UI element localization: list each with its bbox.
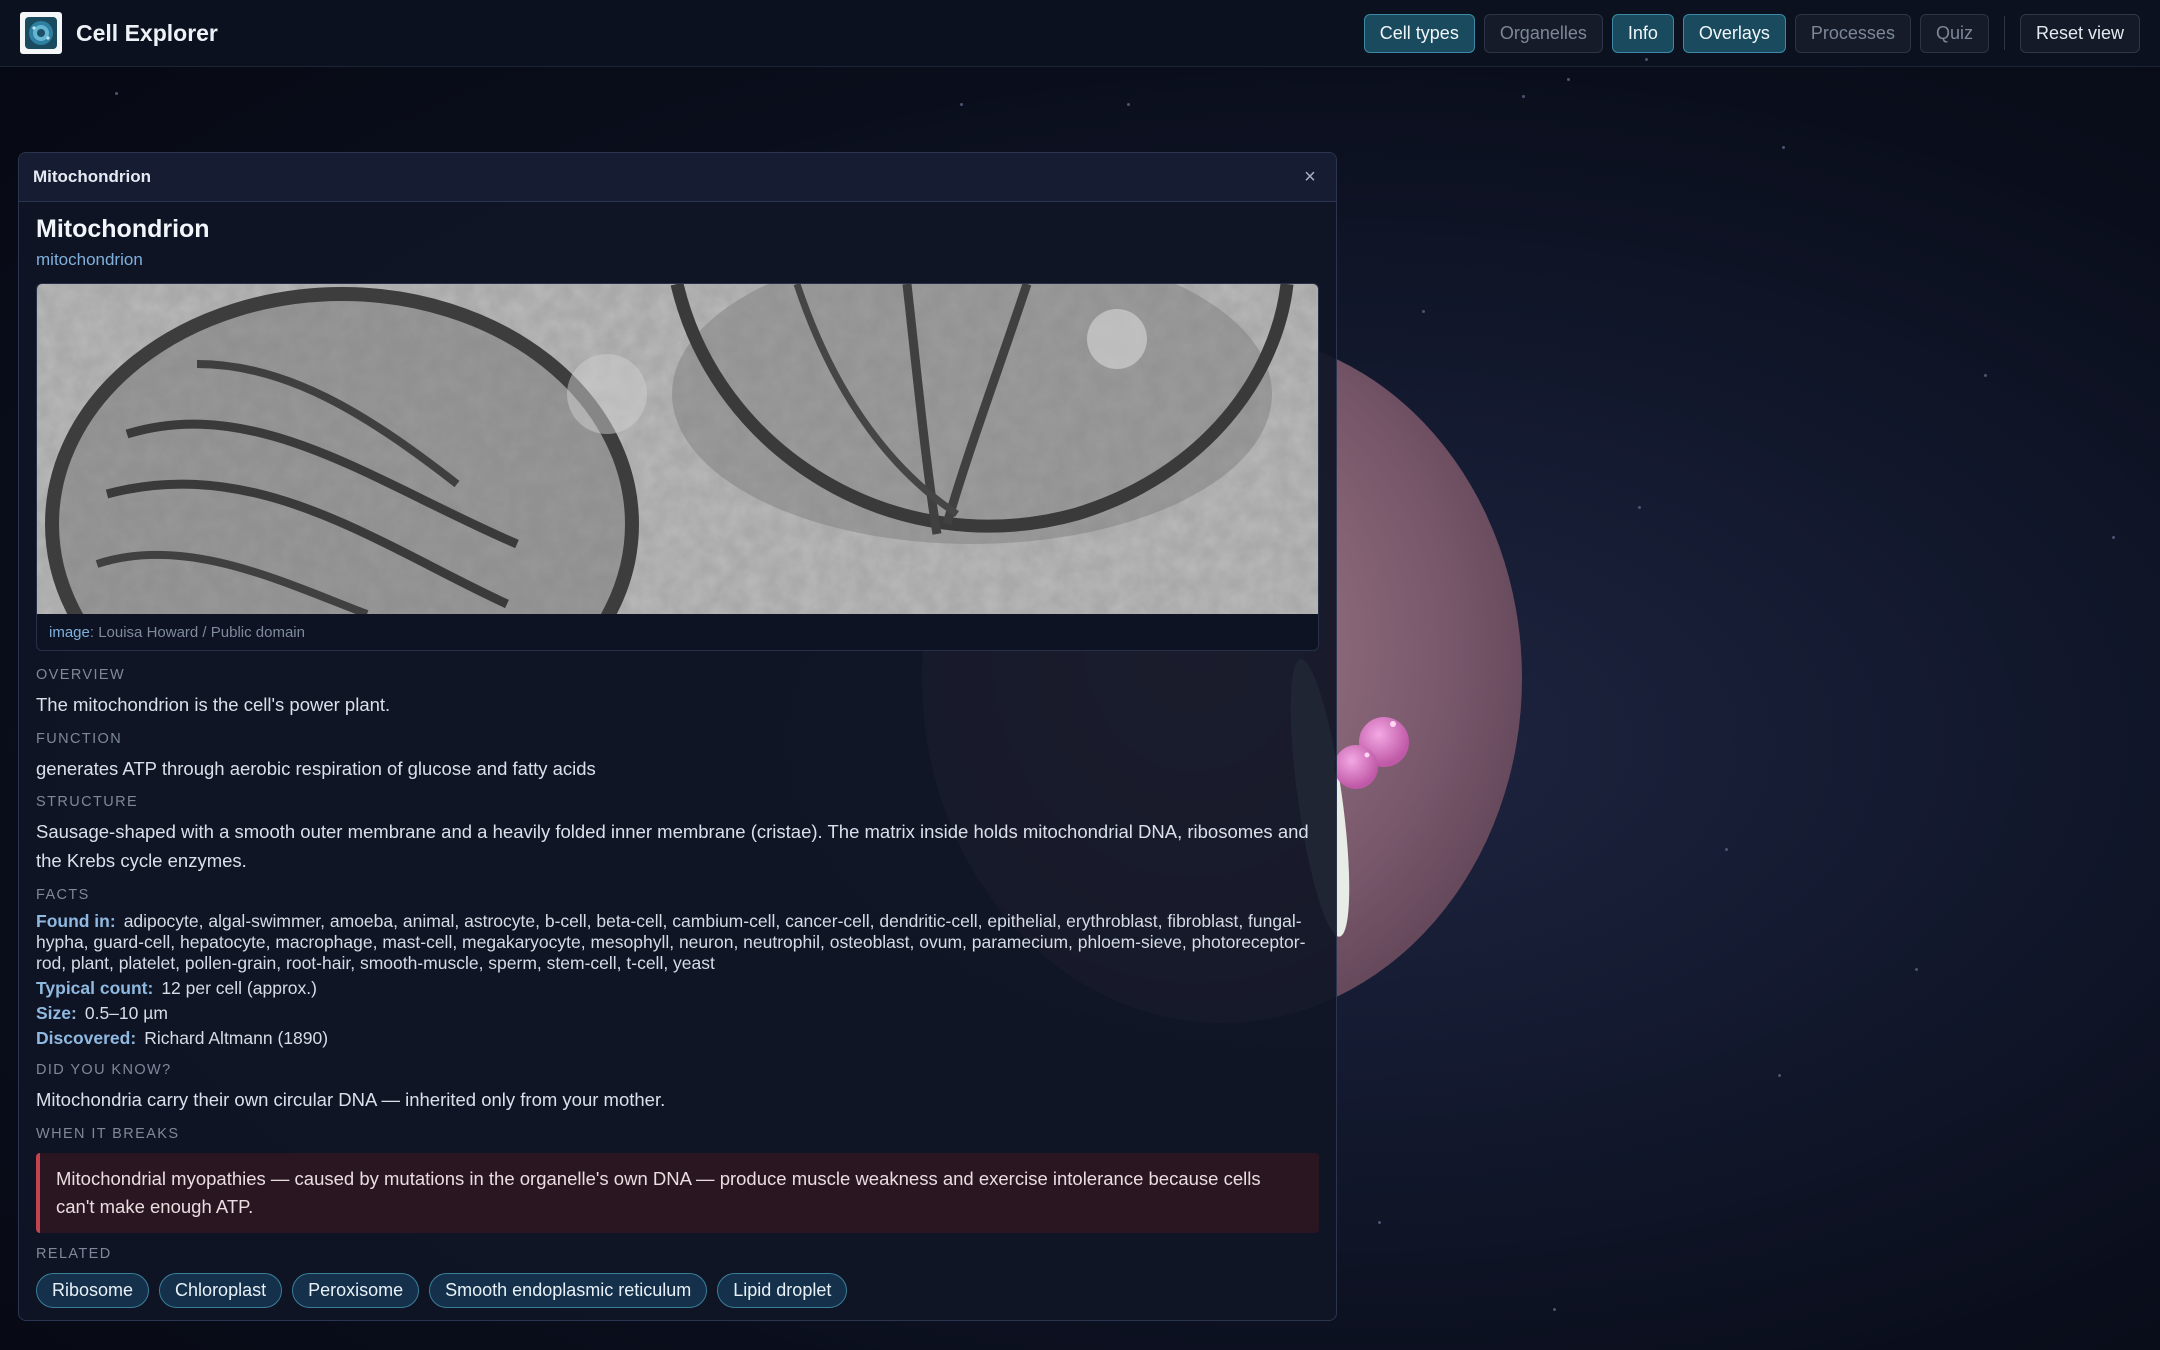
organelle-subtitle: mitochondrion: [36, 250, 143, 269]
fact-found-in-value: adipocyte, algal-swimmer, amoeba, animal…: [36, 911, 1306, 973]
micrograph-figure: image : Louisa Howard / Public domain: [36, 283, 1319, 651]
panel-header-title: Mitochondrion: [33, 167, 152, 186]
related-chip-lipid-droplet[interactable]: Lipid droplet: [717, 1273, 848, 1308]
top-bar: Cell Explorer Cell types Organelles Info…: [0, 0, 2160, 67]
facts-list: Found in: adipocyte, algal-swimmer, amoeb…: [36, 911, 1319, 1049]
related-chip-smooth-er[interactable]: Smooth endoplasmic reticulum: [429, 1273, 708, 1308]
facts-label: FACTS: [36, 887, 90, 903]
fact-count-key: Typical count:: [36, 978, 154, 998]
organelle-title: Mitochondrion: [36, 215, 210, 243]
related-chip-chloroplast[interactable]: Chloroplast: [159, 1273, 283, 1308]
fact-discovered-key: Discovered:: [36, 1028, 137, 1048]
fact-typical-count: Typical count: 12 per cell (approx.): [36, 978, 1319, 999]
related-chip-ribosome[interactable]: Ribosome: [36, 1273, 150, 1308]
organelles-button[interactable]: Organelles: [1483, 13, 1603, 53]
fact-size-value: 0.5–10 µm: [84, 1003, 168, 1023]
panel-body: Mitochondrion mitochondrion image: Loui…: [19, 202, 1336, 1308]
processes-button[interactable]: Processes: [1794, 13, 1911, 53]
did-you-know-text: Mitochondria carry their own circular DN…: [36, 1089, 666, 1110]
organelle-info-panel: Mitochondrion × Mitochondrion mitochondr…: [18, 152, 1337, 1321]
fact-found-in-key: Found in:: [36, 911, 116, 931]
when-it-breaks-callout: Mitochondrial myopathies — caused by mut…: [36, 1153, 1319, 1233]
micrograph-image: [37, 284, 1318, 614]
overview-label: OVERVIEW: [36, 667, 126, 683]
close-icon[interactable]: ×: [1298, 166, 1322, 189]
overview-text: The mitochondrion is the cell's power pl…: [36, 694, 391, 715]
function-label: FUNCTION: [36, 731, 123, 747]
app-title: Cell Explorer: [76, 19, 218, 46]
fact-count-value: 12 per cell (approx.): [161, 978, 317, 998]
overlays-button[interactable]: Overlays: [1682, 13, 1786, 53]
function-text: generates ATP through aerobic respiratio…: [36, 758, 596, 779]
related-chips: Ribosome Chloroplast Peroxisome Smooth e…: [36, 1273, 1319, 1308]
main-nav: Cell types Organelles Info Overlays Proc…: [1363, 13, 2140, 53]
panel-header: Mitochondrion ×: [19, 153, 1336, 202]
fact-size: Size: 0.5–10 µm: [36, 1003, 1319, 1024]
structure-label: STRUCTURE: [36, 794, 139, 810]
fact-found-in: Found in: adipocyte, algal-swimmer, amoeb…: [36, 911, 1319, 974]
quiz-button[interactable]: Quiz: [1919, 13, 1989, 53]
related-chip-peroxisome[interactable]: Peroxisome: [292, 1273, 420, 1308]
info-button[interactable]: Info: [1611, 13, 1674, 53]
did-you-know-label: DID YOU KNOW?: [36, 1062, 172, 1078]
image-credit-value: : Louisa Howard / Public domain: [89, 623, 305, 641]
fact-discovered-value: Richard Altmann (1890): [144, 1028, 329, 1048]
image-credit-key: image: [49, 623, 90, 641]
cell-types-button[interactable]: Cell types: [1363, 13, 1475, 53]
structure-text: Sausage-shaped with a smooth outer membr…: [36, 821, 1309, 871]
nav-divider: [2003, 16, 2005, 50]
reset-view-button[interactable]: Reset view: [2019, 13, 2140, 53]
fact-discovered: Discovered: Richard Altmann (1890): [36, 1028, 1319, 1049]
fact-size-key: Size:: [36, 1003, 77, 1023]
when-it-breaks-label: WHEN IT BREAKS: [36, 1126, 180, 1142]
related-label: RELATED: [36, 1246, 112, 1262]
cell-logo-icon: [20, 12, 62, 54]
image-credit: image : Louisa Howard / Public domain: [37, 614, 1318, 650]
